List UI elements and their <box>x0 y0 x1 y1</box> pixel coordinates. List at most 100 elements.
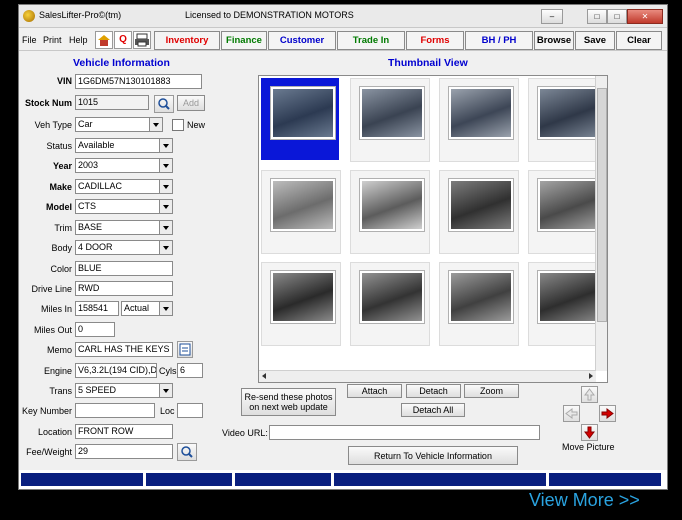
thumbnail-interior-front-seats[interactable] <box>350 170 430 254</box>
location-field[interactable]: FRONT ROW <box>75 424 173 439</box>
minimize-button[interactable]: ‒ <box>541 9 563 24</box>
browse-button[interactable]: Browse <box>534 31 574 50</box>
body-select[interactable]: 4 DOOR <box>75 240 173 255</box>
engine-field[interactable]: V6,3.2L(194 CID),D <box>75 363 157 378</box>
home-icon[interactable] <box>95 31 113 49</box>
tab-finance[interactable]: Finance <box>221 31 267 50</box>
vertical-scrollbar[interactable] <box>595 76 607 371</box>
photo-image <box>271 271 335 323</box>
model-value: CTS <box>78 201 96 211</box>
vin-field[interactable]: 1G6DM57N130101883 <box>75 74 202 89</box>
add-button[interactable]: Add <box>177 95 205 111</box>
miles-type-select[interactable]: Actual <box>121 301 173 316</box>
year-select[interactable]: 2003 <box>75 158 173 173</box>
maximize-button[interactable]: □ <box>607 9 627 24</box>
model-select[interactable]: CTS <box>75 199 173 214</box>
thumbnail-exterior-front[interactable] <box>261 78 339 160</box>
move-up-button[interactable] <box>581 386 598 403</box>
video-url-label: Video URL: <box>222 428 268 438</box>
zoom-button[interactable]: Zoom <box>464 384 519 398</box>
view-more-link[interactable]: View More >> <box>529 490 640 511</box>
arrow-right-icon <box>601 408 614 419</box>
fee-weight-field[interactable]: 29 <box>75 444 173 459</box>
photo-image <box>360 179 424 231</box>
resend-photos-button[interactable]: Re-send these photos on next web update <box>241 388 336 416</box>
notepad-icon <box>179 343 191 356</box>
scroll-left-icon[interactable] <box>262 373 266 379</box>
move-left-button[interactable] <box>563 405 580 422</box>
make-value: CADILLAC <box>78 181 123 191</box>
chevron-down-icon <box>159 302 172 315</box>
thumbnail-exterior-rear[interactable] <box>350 78 430 162</box>
memo-notes-button[interactable] <box>177 341 193 358</box>
tab-trade-in[interactable]: Trade In <box>337 31 405 50</box>
printer-icon[interactable] <box>133 31 151 49</box>
miles-type-value: Actual <box>124 303 150 313</box>
stock-num-field[interactable]: 1015 <box>75 95 149 110</box>
restore-button[interactable]: □ <box>587 9 607 24</box>
thumbnail-engine-bay[interactable] <box>261 262 341 346</box>
tab-customer-label: Customer <box>279 35 325 46</box>
trans-select[interactable]: 5 SPEED <box>75 383 173 398</box>
move-down-button[interactable] <box>581 424 598 441</box>
drive-line-field[interactable]: RWD <box>75 281 173 296</box>
fee-search-button[interactable] <box>177 443 197 461</box>
thumbnail-center-console[interactable] <box>439 262 519 346</box>
chevron-down-icon <box>159 139 172 152</box>
miles-out-field[interactable]: 0 <box>75 322 115 337</box>
move-right-button[interactable] <box>599 405 616 422</box>
body-label: Body <box>51 243 72 253</box>
tab-forms[interactable]: Forms <box>406 31 464 50</box>
clear-button[interactable]: Clear <box>616 31 662 50</box>
key-number-field[interactable] <box>75 403 155 418</box>
tab-inventory[interactable]: Inventory <box>154 31 220 50</box>
chevron-down-icon <box>159 159 172 172</box>
thumbnail-exterior-rear-center[interactable] <box>439 78 519 162</box>
thumbnail-instrument-cluster[interactable] <box>439 170 519 254</box>
thumbnail-interior-rear-seat[interactable] <box>261 170 341 254</box>
miles-in-field[interactable]: 158541 <box>75 301 119 316</box>
horizontal-scrollbar[interactable] <box>259 370 596 382</box>
menu-file[interactable]: File <box>22 35 37 45</box>
quick-search-button[interactable]: Q <box>114 31 132 49</box>
tab-forms-label: Forms <box>420 35 450 46</box>
scroll-right-icon[interactable] <box>589 373 593 379</box>
status-select[interactable]: Available <box>75 138 173 153</box>
save-button[interactable]: Save <box>575 31 615 50</box>
detach-button[interactable]: Detach <box>406 384 461 398</box>
color-label: Color <box>50 264 72 274</box>
memo-field[interactable]: CARL HAS THE KEYS <box>75 342 173 357</box>
loc-field[interactable] <box>177 403 203 418</box>
new-checkbox[interactable] <box>172 119 184 131</box>
close-button[interactable]: ✕ <box>627 9 663 24</box>
thumbnail-gauges[interactable] <box>350 262 430 346</box>
photo-image <box>360 87 424 139</box>
detach-all-button[interactable]: Detach All <box>401 403 465 417</box>
tab-bh-ph[interactable]: BH / PH <box>465 31 533 50</box>
veh-type-label: Veh Type <box>34 120 72 130</box>
make-select[interactable]: CADILLAC <box>75 179 173 194</box>
app-title: SalesLifter-Pro©(tm) <box>39 10 122 20</box>
menu-print[interactable]: Print <box>43 35 62 45</box>
color-field[interactable]: BLUE <box>75 261 173 276</box>
status-bar <box>19 470 667 489</box>
arrow-down-icon <box>584 426 595 439</box>
menu-bar: File Print Help Q Inventory Finance Cust… <box>19 28 667 51</box>
search-icon <box>158 98 170 110</box>
tab-customer[interactable]: Customer <box>268 31 336 50</box>
scroll-thumb[interactable] <box>597 88 607 322</box>
stock-search-button[interactable] <box>154 95 174 113</box>
chevron-down-icon <box>159 384 172 397</box>
license-text: Licensed to DEMONSTRATION MOTORS <box>185 10 354 20</box>
photo-image <box>449 271 513 323</box>
model-label: Model <box>46 202 72 212</box>
app-window: SalesLifter-Pro©(tm) Licensed to DEMONST… <box>18 4 668 490</box>
video-url-field[interactable] <box>269 425 540 440</box>
menu-help[interactable]: Help <box>69 35 88 45</box>
attach-button[interactable]: Attach <box>347 384 402 398</box>
trim-select[interactable]: BASE <box>75 220 173 235</box>
arrow-left-icon <box>565 408 578 419</box>
cyls-field[interactable]: 6 <box>177 363 203 378</box>
veh-type-select[interactable]: Car <box>75 117 163 132</box>
return-to-vehicle-button[interactable]: Return To Vehicle Information <box>348 446 518 465</box>
